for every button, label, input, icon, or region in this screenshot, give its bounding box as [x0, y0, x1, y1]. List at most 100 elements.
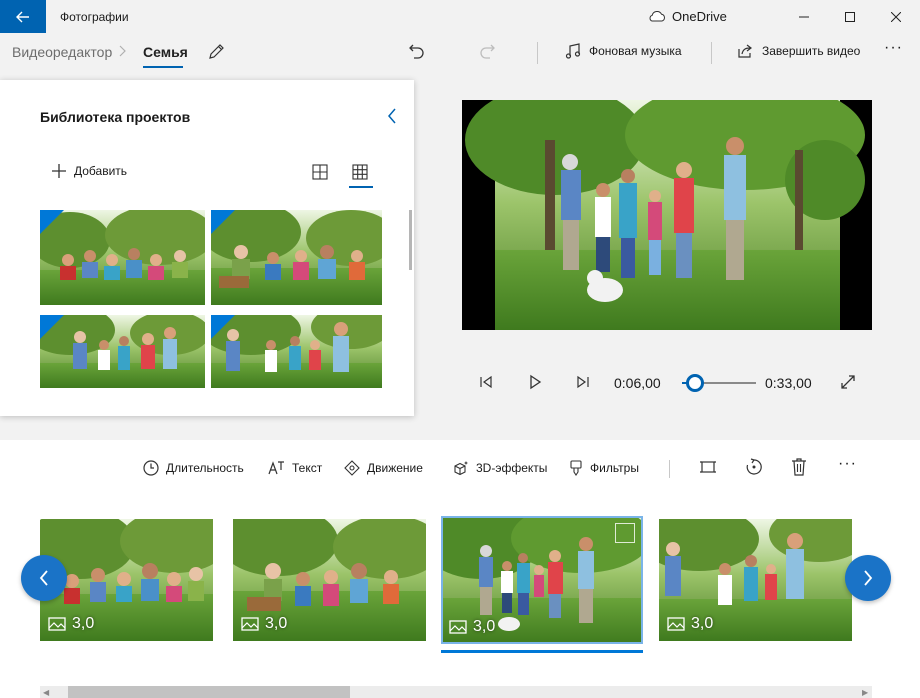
play-button[interactable]	[527, 373, 543, 394]
image-icon	[449, 620, 467, 634]
image-icon	[667, 617, 685, 631]
card-duration-value: 3,0	[691, 615, 714, 632]
3d-effects-label: 3D-эффекты	[476, 461, 548, 475]
scroll-left-arrow-icon[interactable]: ◀	[43, 688, 49, 697]
crop-button[interactable]	[699, 458, 717, 479]
minimize-icon	[799, 16, 809, 17]
undo-icon	[409, 44, 424, 59]
motion-icon	[344, 460, 360, 476]
storyboard-more-button[interactable]: ···	[838, 455, 857, 473]
filters-label: Фильтры	[590, 461, 639, 475]
onedrive-status[interactable]: OneDrive	[648, 0, 727, 33]
image-icon	[48, 617, 66, 631]
minimize-button[interactable]	[781, 0, 827, 33]
separator	[669, 460, 670, 478]
small-grid-view-button[interactable]	[352, 164, 368, 183]
project-library-panel: Библиотека проектов Добавить	[0, 80, 414, 416]
scroll-right-arrow-icon[interactable]: ▶	[862, 688, 868, 697]
seek-handle[interactable]	[686, 374, 704, 392]
redo-button[interactable]	[478, 42, 496, 63]
selection-underline	[441, 650, 643, 653]
expand-icon	[841, 375, 855, 389]
onedrive-label: OneDrive	[672, 9, 727, 24]
back-button[interactable]	[0, 0, 46, 33]
duration-button[interactable]: Длительность	[143, 460, 244, 476]
redo-icon	[480, 44, 495, 59]
storyboard-card[interactable]: 3,0	[659, 519, 852, 641]
breadcrumb-project-name: Семья	[143, 44, 188, 60]
library-thumbnail[interactable]	[40, 315, 205, 388]
scroll-right-button[interactable]	[845, 555, 891, 601]
filter-icon	[570, 460, 582, 476]
3d-effects-button[interactable]: 3D-эффекты	[452, 460, 547, 476]
rotate-icon	[746, 458, 762, 475]
previous-frame-button[interactable]	[478, 373, 494, 394]
motion-button[interactable]: Движение	[344, 460, 423, 476]
add-media-button[interactable]: Добавить	[52, 164, 127, 178]
chevron-left-icon	[39, 570, 48, 586]
crop-icon	[700, 461, 716, 473]
card-duration: 3,0	[241, 615, 287, 633]
family-photo-image	[40, 315, 205, 388]
new-item-marker	[40, 315, 64, 339]
fullscreen-button[interactable]	[840, 374, 856, 393]
maximize-button[interactable]	[827, 0, 873, 33]
view-selection-underline	[349, 186, 373, 188]
video-preview[interactable]	[462, 100, 872, 330]
card-duration: 3,0	[48, 615, 94, 633]
text-button[interactable]: Текст	[268, 460, 322, 476]
undo-button[interactable]	[408, 42, 426, 63]
close-button[interactable]	[873, 0, 919, 33]
filters-button[interactable]: Фильтры	[569, 460, 639, 476]
next-frame-button[interactable]	[575, 373, 591, 394]
play-icon	[530, 374, 542, 390]
library-scrollbar[interactable]	[409, 210, 412, 270]
library-thumbnail[interactable]	[211, 315, 382, 388]
command-bar: Видеоредактор Семья Фоновая музыка Завер…	[0, 33, 920, 73]
step-back-icon	[480, 375, 492, 389]
add-media-label: Добавить	[74, 164, 128, 178]
family-photo-image	[211, 315, 382, 388]
collapse-library-button[interactable]	[386, 107, 398, 128]
motion-label: Движение	[367, 461, 423, 475]
card-duration: 3,0	[667, 615, 713, 633]
scroll-left-button[interactable]	[21, 555, 67, 601]
library-thumbnail[interactable]	[211, 210, 382, 305]
finish-video-label: Завершить видео	[762, 44, 861, 58]
grid-large-icon	[312, 164, 328, 180]
rename-button[interactable]	[207, 43, 225, 64]
plus-icon	[52, 164, 66, 178]
rotate-button[interactable]	[745, 458, 763, 479]
background-music-button[interactable]: Фоновая музыка	[565, 43, 682, 59]
storyboard-card-selected[interactable]: 3,0	[441, 516, 643, 644]
text-icon	[268, 461, 284, 475]
breadcrumb-video-editor[interactable]: Видеоредактор	[12, 44, 112, 60]
card-duration-value: 3,0	[473, 618, 496, 635]
image-icon	[241, 617, 259, 631]
preview-frame-image	[462, 100, 872, 330]
card-duration-value: 3,0	[265, 615, 288, 632]
duration-label: Длительность	[166, 461, 244, 475]
delete-button[interactable]	[791, 458, 807, 479]
finish-video-button[interactable]: Завершить видео	[737, 43, 860, 59]
share-export-icon	[738, 44, 752, 58]
family-photo-image	[40, 210, 205, 305]
card-duration-value: 3,0	[72, 615, 95, 632]
large-grid-view-button[interactable]	[312, 164, 328, 183]
pencil-icon	[209, 44, 224, 59]
cloud-icon	[649, 11, 665, 22]
card-select-checkbox[interactable]	[615, 523, 635, 543]
breadcrumb-underline	[143, 66, 183, 68]
storyboard-card[interactable]: 3,0	[233, 519, 426, 641]
family-photo-image	[211, 210, 382, 305]
maximize-icon	[845, 11, 855, 22]
card-duration: 3,0	[449, 618, 495, 636]
trash-icon	[792, 458, 806, 476]
storyboard-scrollbar-thumb[interactable]	[68, 686, 350, 698]
clock-icon	[143, 460, 159, 476]
music-note-icon	[565, 43, 581, 59]
more-options-button[interactable]: ···	[884, 39, 903, 57]
separator	[537, 42, 538, 64]
app-title: Фотографии	[60, 9, 129, 24]
library-thumbnail[interactable]	[40, 210, 205, 305]
